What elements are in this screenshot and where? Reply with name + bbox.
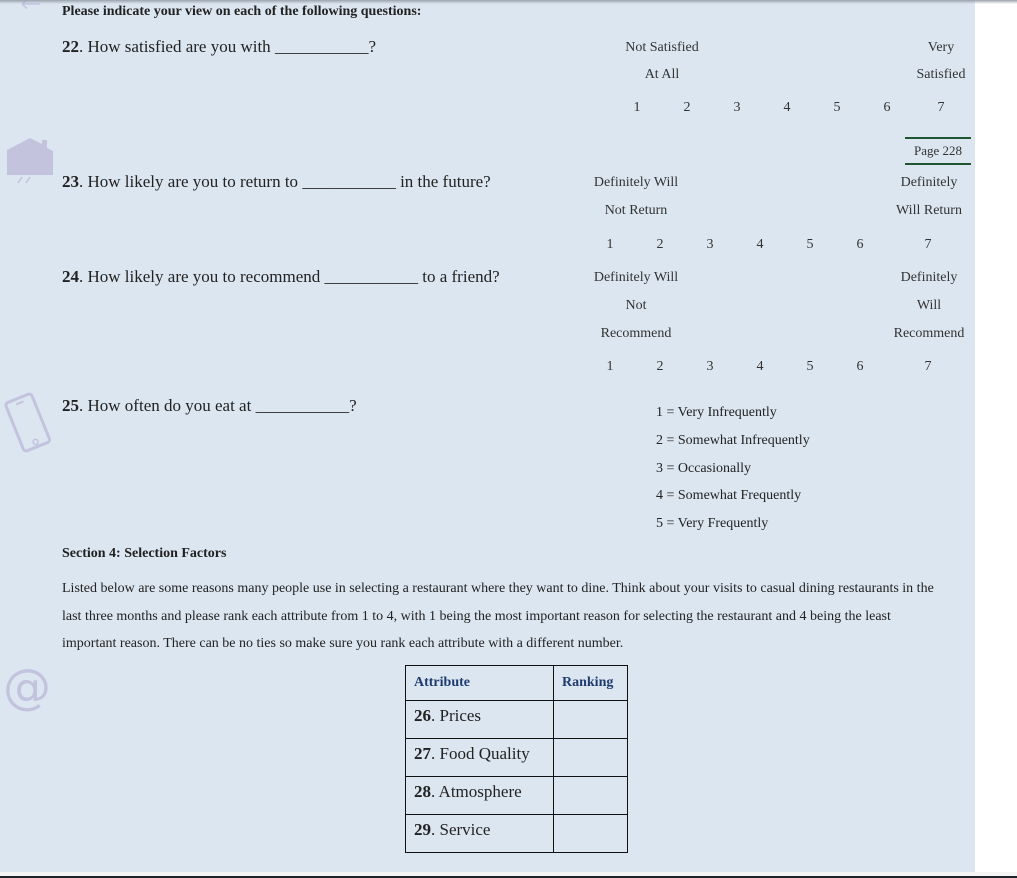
frequency-option: 2 = Somewhat Infrequently — [656, 432, 810, 448]
question-23: 23. How likely are you to return to ____… — [62, 172, 491, 192]
scale-low-anchor: Definitely Will Not Return — [593, 175, 679, 218]
scale-option[interactable]: 7 — [931, 100, 951, 116]
frequency-option: 4 = Somewhat Frequently — [656, 488, 802, 504]
question-text-end: in the future? — [395, 172, 491, 191]
scale-option[interactable]: 1 — [627, 100, 647, 116]
attribute-number: 27 — [414, 744, 431, 763]
top-shadow — [0, 0, 1017, 4]
question-number: 22 — [62, 37, 79, 56]
scale-option[interactable]: 4 — [777, 100, 797, 116]
question-24: 24. How likely are you to recommend ____… — [62, 267, 500, 287]
attribute-label: . Food Quality — [431, 744, 530, 763]
question-text-end: to a friend? — [418, 267, 500, 286]
ranking-input-cell[interactable] — [553, 738, 628, 777]
question-25: 25. How often do you eat at ___________? — [62, 396, 357, 416]
question-text-end: ? — [368, 37, 376, 56]
ranking-input-cell[interactable] — [553, 776, 628, 815]
frequency-option: 5 = Very Frequently — [656, 516, 769, 532]
attribute-cell: 29. Service — [405, 814, 554, 853]
section-instructions: Listed below are some reasons many peopl… — [62, 581, 934, 651]
table-row: 29. Service — [405, 814, 628, 853]
attribute-label: . Prices — [431, 706, 482, 725]
question-text: . How often do you eat at — [79, 396, 256, 415]
attribute-label: . Service — [431, 820, 491, 839]
scale-option[interactable]: 4 — [750, 359, 770, 375]
attribute-cell: 27. Food Quality — [405, 738, 554, 777]
question-number: 25 — [62, 396, 79, 415]
scale-option[interactable]: 1 — [600, 359, 620, 375]
question-22: 22. How satisfied are you with _________… — [62, 37, 376, 57]
scale-high-anchor: Very Satisfied — [916, 40, 966, 82]
scale-low-anchor: Not Satisfied At All — [625, 40, 699, 82]
scale-low-anchor: Definitely Will Not Recommend — [593, 270, 679, 341]
scale-option[interactable]: 2 — [677, 100, 697, 116]
scale-high-anchor: Definitely Will Return — [896, 175, 962, 218]
question-text: . How likely are you to return to — [79, 172, 303, 191]
column-header-attribute: Attribute — [405, 665, 554, 701]
scale-option[interactable]: 2 — [650, 359, 670, 375]
scale-option[interactable]: 7 — [918, 359, 938, 375]
question-text: . How likely are you to recommend — [79, 267, 325, 286]
frequency-options: 1 = Very Infrequently 2 = Somewhat Infre… — [656, 399, 810, 538]
ranking-table: Attribute Ranking 26. Prices 27. Food Qu… — [405, 665, 628, 853]
document-page: @ Please indicate your view on each of t… — [0, 0, 975, 872]
question-text-end: ? — [349, 396, 357, 415]
scale-option[interactable]: 5 — [827, 100, 847, 116]
scale-option[interactable]: 7 — [918, 237, 938, 253]
question-number: 24 — [62, 267, 79, 286]
frequency-option: 1 = Very Infrequently — [656, 405, 777, 420]
smartphone-icon — [2, 390, 56, 461]
section-title: Section 4: Selection Factors — [62, 546, 227, 561]
scale-option[interactable]: 3 — [727, 100, 747, 116]
answer-blank[interactable]: ___________ — [302, 172, 396, 191]
scale-option[interactable]: 3 — [700, 237, 720, 253]
scale-high-anchor: Definitely Will Recommend — [893, 270, 965, 341]
table-header-row: Attribute Ranking — [405, 665, 628, 701]
instruction-heading: Please indicate your view on each of the… — [62, 4, 422, 19]
answer-blank[interactable]: ___________ — [325, 267, 419, 286]
scale-option[interactable]: 6 — [850, 359, 870, 375]
question-text: . How satisfied are you with — [79, 37, 275, 56]
scale-option[interactable]: 2 — [650, 237, 670, 253]
attribute-cell: 28. Atmosphere — [405, 776, 554, 815]
answer-blank[interactable]: ___________ — [256, 396, 350, 415]
scale-option[interactable]: 3 — [700, 359, 720, 375]
attribute-label: . Atmosphere — [431, 782, 522, 801]
scale-option[interactable]: 4 — [750, 237, 770, 253]
scale-option[interactable]: 5 — [800, 359, 820, 375]
attribute-number: 28 — [414, 782, 431, 801]
page-number-label: Page 228 — [905, 137, 971, 165]
answer-blank[interactable]: ___________ — [275, 37, 369, 56]
attribute-cell: 26. Prices — [405, 700, 554, 739]
house-icon — [5, 135, 55, 190]
column-header-ranking: Ranking — [553, 665, 628, 701]
scale-option[interactable]: 1 — [600, 237, 620, 253]
table-row: 26. Prices — [405, 700, 628, 739]
attribute-number: 26 — [414, 706, 431, 725]
table-row: 27. Food Quality — [405, 738, 628, 777]
scale-option[interactable]: 6 — [850, 237, 870, 253]
ranking-input-cell[interactable] — [553, 700, 628, 739]
bottom-edge — [0, 872, 1017, 878]
at-sign-icon: @ — [3, 659, 51, 715]
scale-option[interactable]: 5 — [800, 237, 820, 253]
table-row: 28. Atmosphere — [405, 776, 628, 815]
frequency-option: 3 = Occasionally — [656, 460, 751, 476]
ranking-input-cell[interactable] — [553, 814, 628, 853]
scale-option[interactable]: 6 — [877, 100, 897, 116]
question-number: 23 — [62, 172, 79, 191]
attribute-number: 29 — [414, 820, 431, 839]
